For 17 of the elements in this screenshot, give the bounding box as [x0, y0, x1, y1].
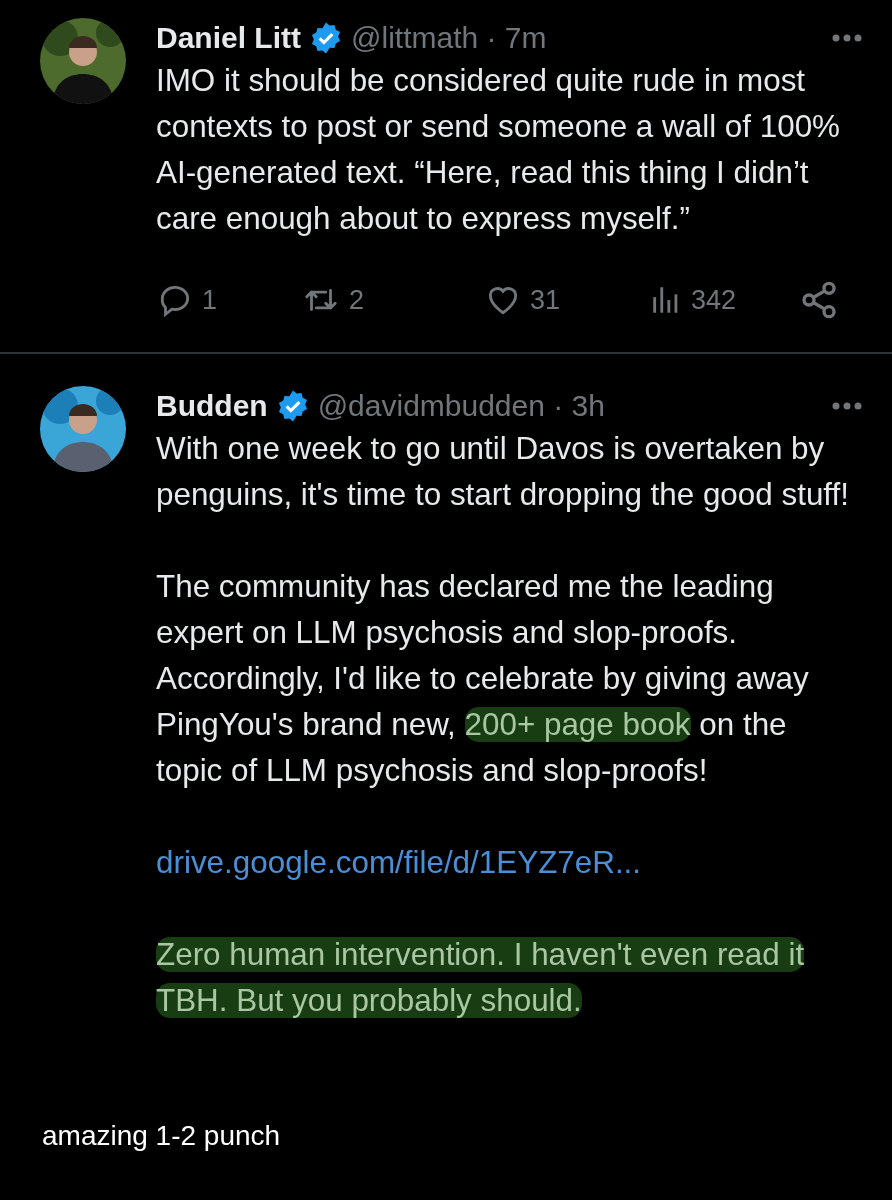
more-icon[interactable] [832, 34, 862, 42]
tweet-text: Zero human intervention. I haven't even read it TBH. But you probably should. [156, 936, 806, 1020]
repost-count: 2 [349, 284, 365, 316]
handle-and-time: @davidmbudden · 3h [317, 389, 606, 423]
more-icon[interactable] [832, 402, 862, 410]
tweet-text: IMO it should be considered quite rude in most contexts to post or send someone a wall of 100% AI-generated text. “Here, read this thing I didn’t care enough about to express myself.” [156, 62, 842, 238]
caption-text: amazing 1-2 punch [42, 1120, 281, 1151]
tweet-text: The community has declared me the leading expert on LLM psychosis and slop-proofs. Accordingly, I'd like to celebrate by giving away PingYou's brand new, 200+ page book on the topic of LLM psychosis and slop-proofs! [156, 568, 810, 790]
author-name[interactable]: Daniel Litt [156, 21, 301, 55]
reply-count: 1 [202, 284, 218, 316]
like-count: 31 [530, 284, 561, 316]
tweet-text: With one week to go until Davos is overtaken by penguins, it's time to start dropping the good stuff! [156, 430, 850, 514]
link[interactable]: drive.google.com/file/d/1EYZ7eR... [156, 845, 642, 880]
share-icon [799, 280, 839, 320]
author-name[interactable]: Budden [156, 389, 268, 423]
handle-and-time: @littmath · 7m [351, 21, 548, 55]
views-count: 342 [691, 284, 737, 316]
